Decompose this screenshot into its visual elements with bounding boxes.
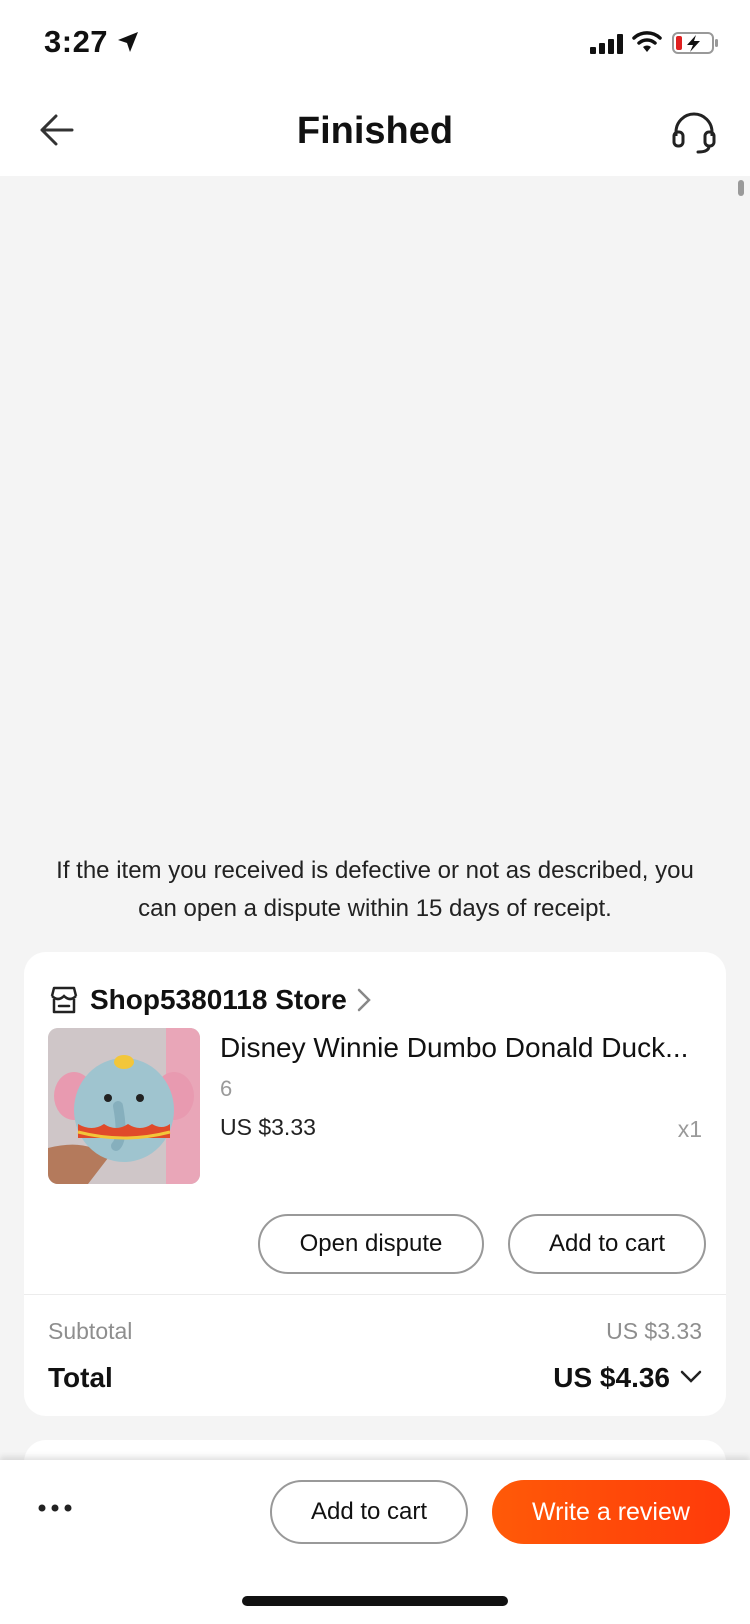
store-icon xyxy=(50,986,78,1014)
total-value[interactable]: US $4.36 xyxy=(553,1362,670,1394)
customer-support-button[interactable] xyxy=(670,108,718,156)
scrollbar[interactable] xyxy=(738,180,744,196)
product-image[interactable] xyxy=(48,1028,200,1184)
home-indicator[interactable] xyxy=(242,1596,508,1606)
more-button[interactable] xyxy=(36,1496,76,1520)
home-area xyxy=(0,1564,750,1624)
location-arrow-icon xyxy=(118,32,138,52)
status-bar: 3:27 xyxy=(0,0,750,88)
status-time: 3:27 xyxy=(44,24,109,59)
order-card: Shop5380118 Store Disney Winnie Dumbo Do… xyxy=(24,952,726,1416)
dumbo-plush-image xyxy=(48,1028,200,1184)
store-name: Shop5380118 Store xyxy=(90,984,347,1015)
bottom-add-to-cart-button[interactable]: Add to cart xyxy=(270,1480,468,1544)
store-link[interactable]: Shop5380118 Store xyxy=(48,980,371,1020)
subtotal-value: US $3.33 xyxy=(606,1318,702,1344)
total-label: Total xyxy=(48,1362,113,1393)
bottom-action-bar: Add to cart Write a review xyxy=(0,1460,750,1564)
headset-icon xyxy=(672,112,716,154)
product-quantity: x1 xyxy=(677,1116,702,1142)
nav-bar: Finished xyxy=(0,88,750,176)
product-title[interactable]: Disney Winnie Dumbo Donald Duck... xyxy=(220,1028,696,1068)
signal-icon xyxy=(590,34,623,54)
product-variant: 6 xyxy=(220,1076,233,1101)
subtotal-label: Subtotal xyxy=(48,1318,133,1344)
page-title: Finished xyxy=(296,110,454,152)
battery-icon xyxy=(672,32,718,54)
wifi-icon xyxy=(632,31,662,52)
open-dispute-button[interactable]: Open dispute xyxy=(258,1214,484,1274)
divider xyxy=(24,1294,726,1295)
write-review-button[interactable]: Write a review xyxy=(492,1480,730,1544)
product-price: US $3.33 xyxy=(220,1114,316,1140)
chevron-right-icon xyxy=(357,988,371,1012)
add-to-cart-button[interactable]: Add to cart xyxy=(508,1214,706,1274)
chevron-down-icon[interactable] xyxy=(680,1370,702,1384)
dispute-notice: If the item you received is defective or… xyxy=(56,857,694,922)
more-icon xyxy=(38,1504,72,1512)
